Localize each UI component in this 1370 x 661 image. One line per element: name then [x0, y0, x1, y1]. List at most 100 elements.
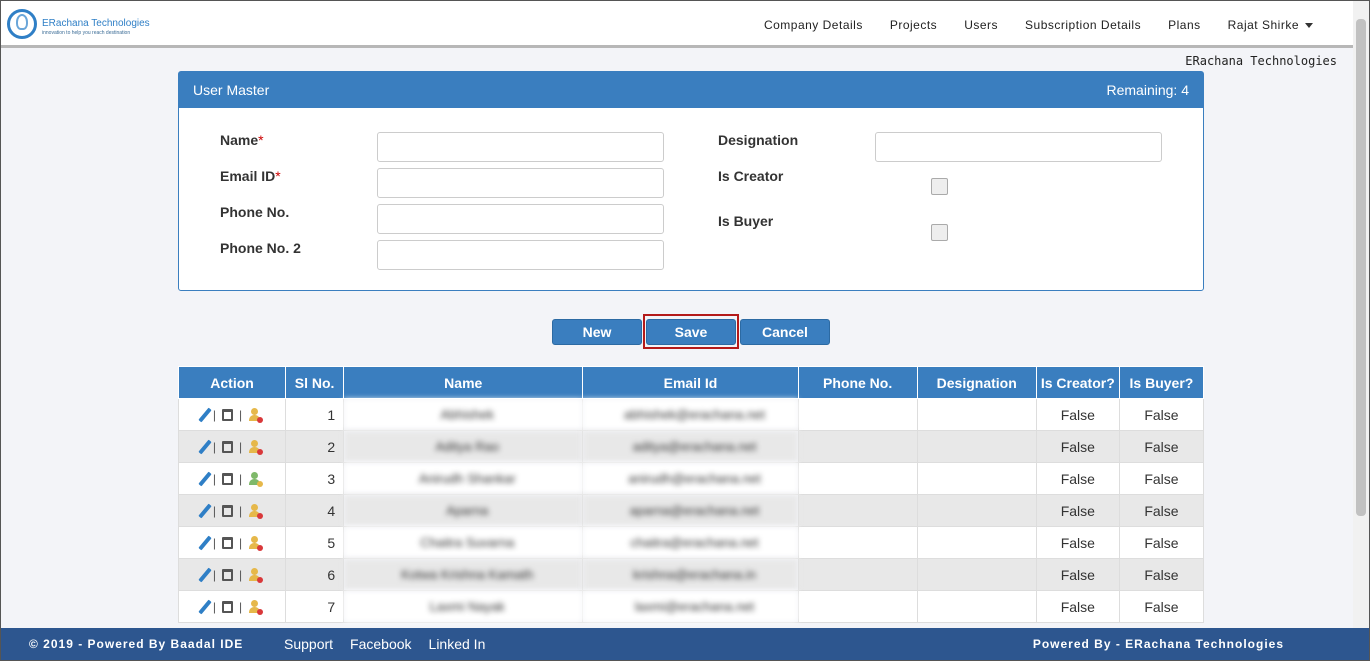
col-sl-no[interactable]: Sl No. — [285, 366, 345, 399]
email-label: Email ID* — [220, 168, 281, 184]
user-access-icon[interactable] — [248, 439, 264, 455]
edit-pencil-icon[interactable] — [198, 567, 212, 582]
footer-link-facebook[interactable]: Facebook — [350, 636, 411, 652]
edit-pencil-icon[interactable] — [198, 535, 212, 550]
nav-company-details[interactable]: Company Details — [764, 18, 863, 32]
delete-trash-icon[interactable] — [222, 440, 234, 453]
footer: © 2019 - Powered By Baadal IDE Support F… — [1, 628, 1369, 660]
user-access-icon[interactable] — [248, 407, 264, 423]
row-actions: | | — [177, 558, 287, 591]
table-row[interactable]: | | 7 Laxmi Nayak laxmi@erachana.net False Fal… — [177, 590, 1205, 623]
footer-powered-by: Powered By - ERachana Technologies — [1032, 637, 1284, 651]
phone2-label: Phone No. 2 — [220, 240, 301, 256]
col-action[interactable]: Action — [177, 366, 287, 399]
separator: | — [212, 567, 217, 582]
edit-pencil-icon[interactable] — [198, 407, 212, 422]
email-input[interactable] — [377, 168, 664, 198]
user-access-icon[interactable] — [248, 567, 264, 583]
designation-input[interactable] — [875, 132, 1162, 162]
cell-name: Kotwa Krishna Kamath — [343, 558, 584, 591]
cell-is-buyer: False — [1118, 462, 1205, 495]
separator: | — [239, 503, 243, 518]
user-access-icon[interactable] — [248, 535, 264, 551]
designation-label: Designation — [718, 132, 799, 148]
users-table: Action Sl No. Name Email Id Phone No. De… — [177, 366, 1205, 623]
footer-link-support[interactable]: Support — [284, 636, 333, 652]
edit-pencil-icon[interactable] — [198, 503, 212, 518]
phone-input[interactable] — [377, 204, 664, 234]
col-is-buyer[interactable]: Is Buyer? — [1118, 366, 1205, 399]
cell-sl-no: 5 — [285, 526, 345, 559]
is-creator-checkbox[interactable] — [931, 178, 948, 195]
cell-sl-no: 4 — [285, 494, 345, 527]
delete-trash-icon[interactable] — [222, 600, 234, 613]
user-access-icon[interactable] — [248, 503, 264, 519]
cell-is-buyer: False — [1118, 590, 1205, 623]
scrollbar-thumb[interactable] — [1356, 19, 1366, 516]
is-buyer-label: Is Buyer — [718, 213, 774, 229]
nav-subscription-details[interactable]: Subscription Details — [1025, 18, 1141, 32]
vertical-scrollbar[interactable] — [1353, 1, 1369, 629]
row-actions: | | — [177, 462, 287, 495]
row-actions: | | — [177, 398, 287, 431]
cancel-button[interactable]: Cancel — [740, 319, 830, 345]
cell-sl-no: 1 — [285, 398, 345, 431]
table-row[interactable]: | | 5 Chaitra Suvarna chaitra@erachana.net Fa… — [177, 526, 1205, 559]
delete-trash-icon[interactable] — [222, 472, 234, 485]
cell-is-buyer: False — [1118, 494, 1205, 527]
panel-title: User Master — [193, 82, 270, 98]
table-row[interactable]: | | 4 Aparna aparna@erachana.net False False — [177, 494, 1205, 527]
user-access-icon[interactable] — [248, 599, 264, 615]
col-is-creator[interactable]: Is Creator? — [1035, 366, 1120, 399]
table-row[interactable]: | | 6 Kotwa Krishna Kamath krishna@erachana.… — [177, 558, 1205, 591]
save-button[interactable]: Save — [646, 319, 736, 345]
col-phone[interactable]: Phone No. — [797, 366, 918, 399]
cell-name: Abhishek — [343, 398, 584, 431]
edit-pencil-icon[interactable] — [198, 471, 212, 486]
col-name[interactable]: Name — [343, 366, 584, 399]
cell-name: Laxmi Nayak — [343, 590, 584, 623]
nav-projects[interactable]: Projects — [890, 18, 937, 32]
edit-pencil-icon[interactable] — [198, 599, 212, 614]
separator: | — [212, 503, 217, 518]
separator: | — [212, 407, 217, 422]
edit-pencil-icon[interactable] — [198, 439, 212, 454]
table-header-row: Action Sl No. Name Email Id Phone No. De… — [177, 366, 1205, 399]
delete-trash-icon[interactable] — [222, 504, 234, 517]
delete-trash-icon[interactable] — [222, 568, 234, 581]
is-buyer-checkbox[interactable] — [931, 224, 948, 241]
user-access-icon[interactable] — [248, 471, 264, 487]
table-row[interactable]: | | 3 Anirudh Shankar anirudh@erachana.net Fa… — [177, 462, 1205, 495]
separator: | — [212, 535, 217, 550]
user-menu[interactable]: Rajat Shirke — [1228, 18, 1313, 32]
brand-tagline: innovation to help you reach destination — [42, 30, 131, 36]
name-label: Name* — [220, 132, 264, 148]
table-row[interactable]: | | 1 Abhishek abhishek@erachana.net False Fal… — [177, 398, 1205, 431]
delete-trash-icon[interactable] — [222, 536, 234, 549]
nav-users[interactable]: Users — [964, 18, 998, 32]
row-actions: | | — [177, 590, 287, 623]
delete-trash-icon[interactable] — [222, 408, 234, 421]
footer-link-linkedin[interactable]: Linked In — [429, 636, 486, 652]
cell-is-buyer: False — [1118, 526, 1205, 559]
cell-designation — [916, 494, 1037, 527]
panel-header: User Master Remaining: 4 — [179, 72, 1203, 108]
row-actions: | | — [177, 430, 287, 463]
brand-logo[interactable]: ERachana Technologies innovation to help… — [7, 9, 157, 41]
name-input[interactable] — [377, 132, 664, 162]
cell-phone — [797, 494, 918, 527]
user-name: Rajat Shirke — [1227, 18, 1299, 32]
separator: | — [212, 439, 217, 454]
nav-plans[interactable]: Plans — [1168, 18, 1201, 32]
table-row[interactable]: | | 2 Aditya Rao aditya@erachana.net False Fal… — [177, 430, 1205, 463]
cell-designation — [916, 398, 1037, 431]
col-email[interactable]: Email Id — [582, 366, 799, 399]
col-designation[interactable]: Designation — [916, 366, 1037, 399]
cell-designation — [916, 526, 1037, 559]
phone2-input[interactable] — [377, 240, 664, 270]
separator: | — [239, 567, 243, 582]
cell-is-creator: False — [1035, 430, 1120, 463]
is-creator-label: Is Creator — [718, 168, 784, 184]
cell-phone — [797, 558, 918, 591]
new-button[interactable]: New — [552, 319, 642, 345]
